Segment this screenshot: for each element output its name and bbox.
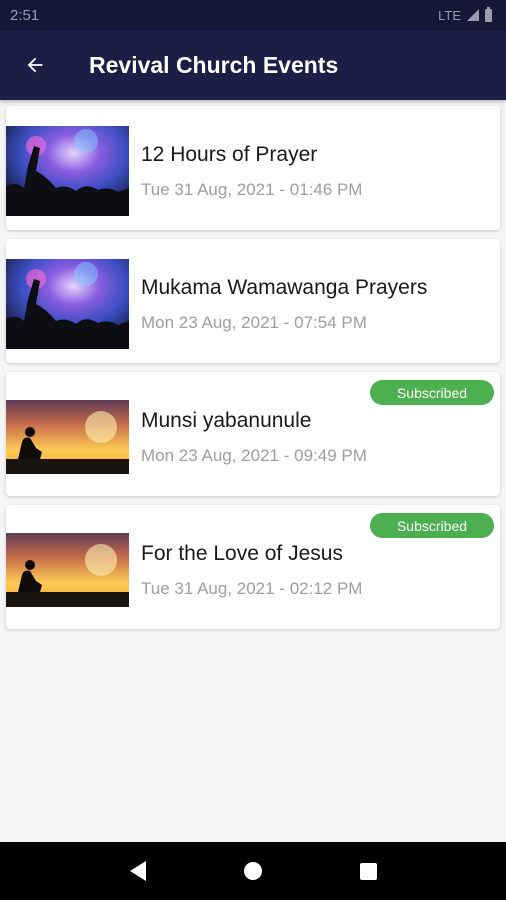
recents-square-icon [359,862,377,880]
concert-image [6,259,129,349]
back-button[interactable] [0,30,70,100]
battery-icon [485,6,492,22]
event-title: For the Love of Jesus [141,542,343,565]
event-title: Munsi yabanunule [141,409,312,432]
status-icons: LTE [438,6,492,23]
status-time: 2:51 [10,6,40,24]
kneeling-prayer-image [6,392,129,482]
event-date: Mon 23 Aug, 2021 - 07:54 PM [141,313,367,332]
signal-icon [467,9,479,21]
back-triangle-icon [129,861,146,881]
event-date: Tue 31 Aug, 2021 - 01:46 PM [141,180,363,199]
nav-back-button[interactable] [123,856,153,886]
concert-image [6,126,129,216]
subscribed-badge: Subscribed [370,513,494,538]
arrow-left-icon [27,57,43,73]
kneeling-prayer-image [6,525,129,615]
app-bar: Revival Church Events [0,30,506,100]
event-title: Mukama Wamawanga Prayers [141,276,428,299]
nav-recents-button[interactable] [353,856,383,886]
home-circle-icon [243,862,262,880]
nav-home-button[interactable] [238,856,268,886]
subscribed-badge: Subscribed [370,380,494,405]
status-bar: 2:51 LTE [0,0,506,30]
system-nav-bar [0,842,506,900]
page-title: Revival Church Events [89,51,339,78]
event-title: 12 Hours of Prayer [141,143,318,166]
event-date: Tue 31 Aug, 2021 - 02:12 PM [141,579,363,598]
event-date: Mon 23 Aug, 2021 - 09:49 PM [141,446,367,465]
event-card[interactable]: Subscribed Munsi yabanunule Mon 23 Aug, … [6,372,500,496]
network-type: LTE [438,7,461,23]
event-card[interactable]: Mukama Wamawanga Prayers Mon 23 Aug, 202… [6,239,500,363]
event-card[interactable]: Subscribed For the Love of Jesus Tue 31 … [6,505,500,629]
event-card[interactable]: 12 Hours of Prayer Tue 31 Aug, 2021 - 01… [6,106,500,230]
